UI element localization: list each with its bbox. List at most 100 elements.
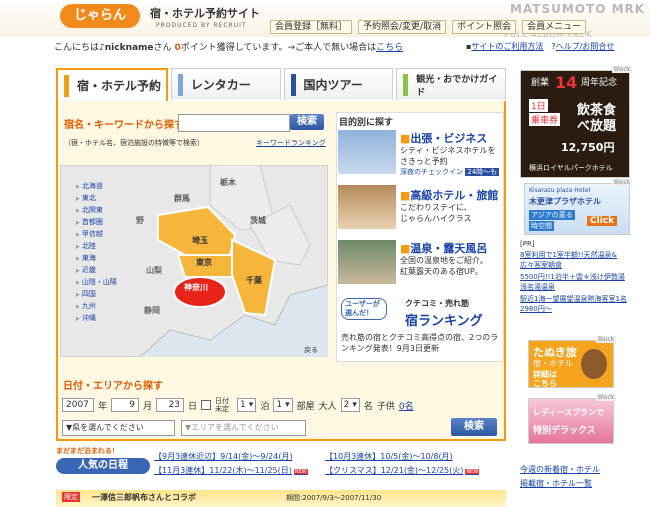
child-link[interactable]: 0名 bbox=[399, 399, 414, 412]
tab-hotel[interactable]: 宿・ホテル予約 bbox=[56, 68, 168, 101]
month-input[interactable]: 9 bbox=[111, 398, 140, 412]
ad-tanuki[interactable]: たぬき旅 宿・ホテル 詳細は こちら bbox=[528, 340, 614, 388]
late-checkin-link[interactable]: 深夜のチェックイン 24時～も bbox=[400, 167, 500, 178]
ad-yokohama[interactable]: 創業 14 周年記念 1日 乗車券 飲茶食 べ放題 12,750円 横浜ロイヤル… bbox=[520, 70, 630, 178]
ranking-box[interactable]: ユーザーが選んだ！ クチコミ・売れ筋 宿ランキング 売れ筋の宿とクチコミ高得点の… bbox=[337, 298, 501, 360]
ad3-line4: こちら bbox=[533, 379, 557, 388]
ad3-line2: 宿・ホテル bbox=[533, 359, 573, 368]
popular-link-oct[interactable]: 【10月3連休】10/5(金)～10/8(月) bbox=[325, 451, 495, 462]
help-link[interactable]: ヘルプ/お問合せ bbox=[556, 42, 615, 51]
ad-ladies-plan[interactable]: レディースプランで 特別デラックス bbox=[528, 398, 614, 444]
collab-period: 期間:2007/9/3～2007/11/30 bbox=[286, 494, 382, 502]
region-tokai[interactable]: 東海 bbox=[76, 253, 117, 265]
nav-member-menu[interactable]: 会員メニュー bbox=[522, 20, 587, 34]
keyword-ranking-link[interactable]: キーワードランキング bbox=[256, 138, 326, 148]
business-link[interactable]: ■出張・ビジネス bbox=[400, 130, 487, 146]
not-me-link[interactable]: こちら bbox=[376, 43, 403, 53]
popular-date-links: 【9月3連休近辺】9/14(金)～9/24(月) 【10月3連休】10/5(金)… bbox=[154, 451, 499, 476]
late-checkin-text: 深夜のチェックイン bbox=[400, 168, 463, 176]
points-text: ポイント獲得しています。→ご本人で無い場合は bbox=[180, 43, 377, 53]
luxury-link[interactable]: ■高級ホテル・旅館 bbox=[400, 187, 498, 203]
adults-unit: 名 bbox=[363, 401, 373, 412]
day-input[interactable]: 23 bbox=[156, 398, 185, 412]
greeting-suffix: さん bbox=[153, 43, 172, 53]
keyword-search-button[interactable]: 検索 bbox=[290, 114, 324, 130]
tab-rentacar[interactable]: レンタカー bbox=[170, 68, 281, 100]
tab-tour[interactable]: 国内ツアー bbox=[283, 68, 394, 100]
pr-link-1[interactable]: 8室利用で1室半額!!天然温泉&広々客室朝食 bbox=[520, 250, 628, 270]
region-kinki[interactable]: 近畿 bbox=[76, 265, 117, 277]
ad1-foot: 横浜ロイヤルパークホテル bbox=[529, 164, 613, 172]
map-back-link[interactable]: 戻る bbox=[304, 345, 318, 355]
nav-member-register[interactable]: 会員登録［無料］ bbox=[270, 20, 353, 34]
business-hotel-image[interactable] bbox=[338, 130, 396, 174]
ad-kisarazu[interactable]: Kisarazu plaza Hotel 木更津プラザホテル アジアの恵る 時空… bbox=[524, 183, 630, 235]
rooms-select[interactable]: 1 ▾ bbox=[273, 398, 293, 412]
area-select[interactable]: ▼エリアを選んでください bbox=[181, 420, 306, 436]
arrow-icon: ■ bbox=[400, 189, 411, 202]
onsen-image[interactable] bbox=[338, 240, 396, 284]
year-input[interactable]: 2007 bbox=[62, 398, 94, 412]
region-hokkaido[interactable]: 北海道 bbox=[76, 181, 117, 193]
onsen-link[interactable]: ■温泉・露天風呂 bbox=[400, 240, 487, 256]
hotel-list-link[interactable]: 掲載宿・ホテル一覧 bbox=[520, 477, 600, 491]
map-label-kanagawa[interactable]: 神奈川 bbox=[184, 282, 208, 293]
map-label-tokyo[interactable]: 東京 bbox=[196, 257, 212, 268]
jalan-logo[interactable]: じゃらん bbox=[60, 4, 140, 28]
region-kitakanto[interactable]: 北関東 bbox=[76, 205, 117, 217]
region-shutoken[interactable]: 首都圏 bbox=[76, 217, 117, 229]
service-tabs: 宿・ホテル予約 レンタカー 国内ツアー 観光・おでかけガイド bbox=[56, 68, 506, 101]
luxury-hotel-image[interactable] bbox=[338, 185, 396, 229]
ad1-line3: 1日 bbox=[529, 99, 548, 112]
nav-reservation-check[interactable]: 予約照会/変更/取消 bbox=[358, 20, 447, 34]
map-label-saitama[interactable]: 埼玉 bbox=[192, 235, 208, 246]
region-koshinetsu[interactable]: 甲信越 bbox=[76, 229, 117, 241]
ad2-sub: 時空間 bbox=[529, 221, 554, 231]
greeting-prefix: こんにちは bbox=[54, 43, 100, 53]
collab-text: 一澤信三郎帆布さんとコラボ bbox=[92, 493, 196, 502]
usage-guide-link[interactable]: サイトのご利用方法 bbox=[471, 42, 543, 51]
popular-link-xmas[interactable]: 【クリスマス】12/21(金)～12/25(火) bbox=[325, 465, 495, 476]
pr-link-2[interactable]: 5500円!!1泊半＋雲＊浅け伊勢湯浅名湯温泉 bbox=[520, 272, 628, 292]
nights-unit: 泊 bbox=[260, 401, 270, 412]
ad1-num: 14 bbox=[555, 73, 578, 92]
collab-banner[interactable]: 限定 一澤信三郎帆布さんとコラボ 期間:2007/9/3～2007/11/30 bbox=[56, 490, 506, 507]
map-label-nagano: 野 bbox=[136, 216, 144, 225]
pr-link-3[interactable]: 駅近1海一望展望温泉熱海客室1名2980円～ bbox=[520, 294, 628, 314]
region-okinawa[interactable]: 沖縄 bbox=[76, 313, 117, 325]
ad1-price: 12,750円 bbox=[561, 141, 615, 154]
keyword-search-label: 宿名・キーワードから探す bbox=[64, 120, 184, 131]
adults-select[interactable]: 2 ▾ bbox=[340, 398, 360, 412]
ad1-line2: 周年記念 bbox=[581, 78, 618, 88]
date-search-button[interactable]: 検索 bbox=[451, 418, 497, 436]
onsen-desc: 全国の温泉地をご紹介。 紅葉露天のある宿UP。 bbox=[400, 256, 488, 276]
arrow-icon: ■ bbox=[400, 132, 411, 145]
region-sanin-sanyo[interactable]: 山陰・山陽 bbox=[76, 277, 117, 289]
dropdown-icon: ▾ bbox=[248, 400, 254, 410]
popular-link-nov[interactable]: 【11月3連休】11/22(木)～11/25(日) bbox=[154, 465, 317, 476]
watermark: MATSUMOTO MRK bbox=[510, 2, 646, 16]
ad2-top: Kisarazu plaza Hotel bbox=[529, 187, 591, 194]
keyword-input[interactable] bbox=[178, 114, 290, 132]
area-row: ▼県を選んでください ▼エリアを選んでください bbox=[62, 420, 306, 436]
map-label-chiba[interactable]: 千葉 bbox=[246, 275, 262, 286]
tab-hotel-marker bbox=[64, 74, 69, 97]
nights-select[interactable]: 1 ▾ bbox=[237, 398, 257, 412]
date-undecided-checkbox[interactable] bbox=[201, 400, 212, 410]
tab-guide[interactable]: 観光・おでかけガイド bbox=[396, 68, 506, 100]
region-kyushu[interactable]: 九州 bbox=[76, 301, 117, 313]
popular-link-sep[interactable]: 【9月3連休近辺】9/14(金)～9/24(月) bbox=[154, 451, 317, 462]
region-tohoku[interactable]: 東北 bbox=[76, 193, 117, 205]
nav-point-check[interactable]: ポイント照会 bbox=[452, 20, 517, 34]
tab-guide-label: 観光・おでかけガイド bbox=[416, 74, 498, 98]
ad2-click-button[interactable]: Click bbox=[587, 216, 618, 226]
new-hotels-link[interactable]: 今週の新着宿・ホテル bbox=[520, 463, 600, 477]
region-shikoku[interactable]: 四国 bbox=[76, 289, 117, 301]
tab-rentacar-marker bbox=[177, 73, 183, 96]
24h-badge: 24時～も bbox=[465, 168, 500, 176]
map-label-tochigi: 栃木 bbox=[220, 178, 236, 187]
nights-value: 1 bbox=[240, 400, 246, 410]
region-hokuriku[interactable]: 北陸 bbox=[76, 241, 117, 253]
date-search-label: 日付・エリアから探す bbox=[63, 381, 163, 392]
prefecture-select[interactable]: ▼県を選んでください bbox=[62, 420, 175, 436]
